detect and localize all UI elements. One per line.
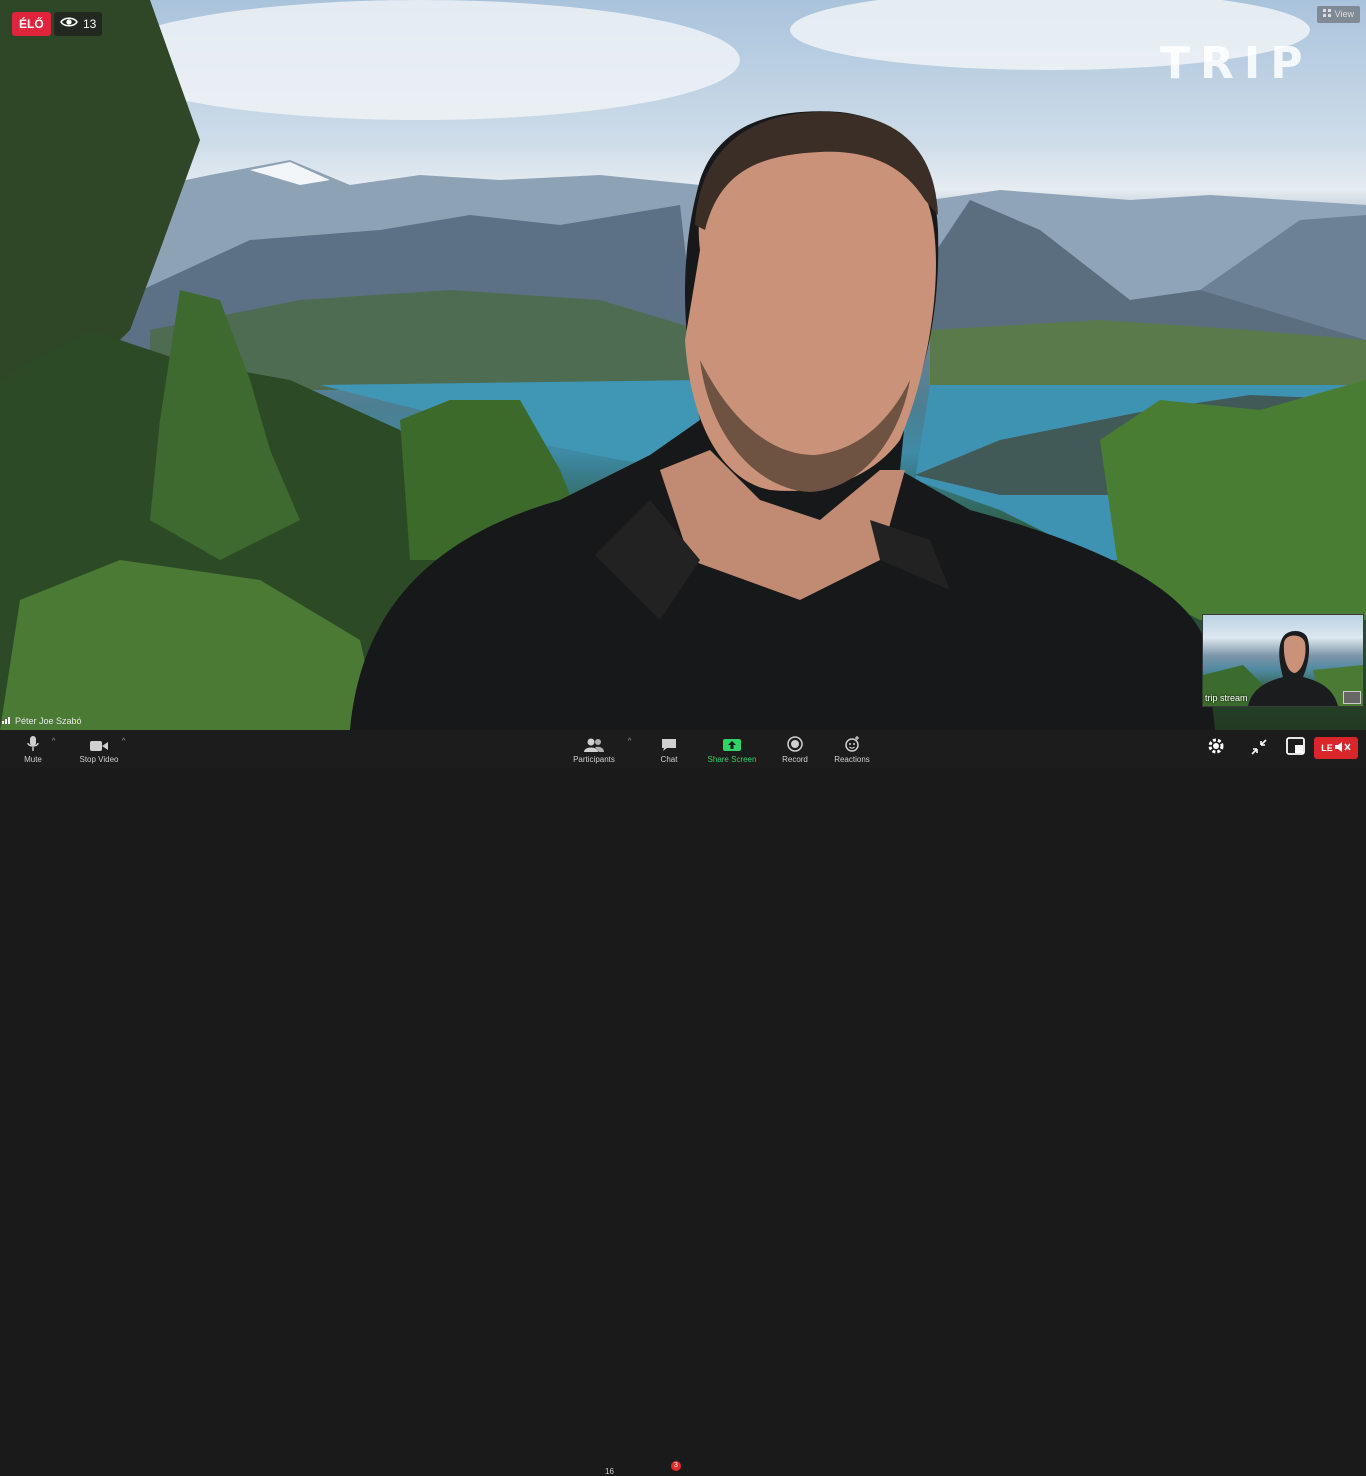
video-camera-icon [90,730,108,752]
live-badge: ÉLŐ [12,12,51,36]
self-view-thumbnail[interactable]: trip stream [1202,614,1364,707]
viewer-count-badge: 13 [54,12,103,36]
leave-button[interactable]: LE [1314,737,1358,759]
chat-label: Chat [660,755,678,764]
eye-icon [60,12,78,36]
thumbnail-label: trip stream [1205,693,1248,703]
chat-icon [661,730,677,752]
participants-options-caret[interactable]: ^ [628,738,631,745]
main-video: ÉLŐ 13 View TRIP Péter Joe Szabó trip st… [0,0,1366,730]
share-screen-icon [723,730,741,752]
mute-button[interactable]: Mute [18,730,48,768]
settings-icon[interactable] [1206,736,1226,761]
pip-layout-icon[interactable] [1286,737,1305,760]
stop-video-label: Stop Video [79,755,119,764]
view-button-label: View [1334,9,1354,19]
leave-label: LE [1321,743,1333,753]
stop-video-button[interactable]: Stop Video [76,730,122,768]
share-screen-button[interactable]: Share Screen [705,730,759,768]
meeting-toolbar: Mute ^ Stop Video ^ Participants 16 ^ Ch… [0,730,1366,1476]
speaker-name-label: Péter Joe Szabó [2,716,82,726]
participants-label: Participants [573,755,615,764]
trip-watermark: TRIP [1160,38,1313,89]
reactions-label: Reactions [834,755,870,764]
signal-icon [2,716,12,726]
record-button[interactable]: Record [780,730,810,768]
exit-fullscreen-icon[interactable] [1251,739,1267,760]
grid-icon [1322,6,1331,23]
microphone-icon [27,730,39,752]
record-icon [787,730,803,752]
record-label: Record [782,755,808,764]
mute-options-caret[interactable]: ^ [52,738,55,745]
reactions-icon [844,730,860,752]
participants-icon [584,730,604,752]
reactions-button[interactable]: Reactions [832,730,872,768]
video-options-caret[interactable]: ^ [122,738,125,745]
mute-label: Mute [24,755,42,764]
participants-button[interactable]: Participants [568,730,620,768]
speaker-icon [1334,741,1351,755]
participants-count: 16 [605,1467,614,1476]
chat-unread-badge: 3 [671,1461,681,1471]
thumbnail-mini-preview [1343,691,1361,704]
share-screen-label: Share Screen [707,755,757,764]
video-background [0,0,1366,730]
viewer-count: 13 [83,17,97,31]
view-button[interactable]: View [1316,6,1360,23]
chat-button[interactable]: Chat [655,730,683,768]
speaker-name: Péter Joe Szabó [15,716,82,726]
